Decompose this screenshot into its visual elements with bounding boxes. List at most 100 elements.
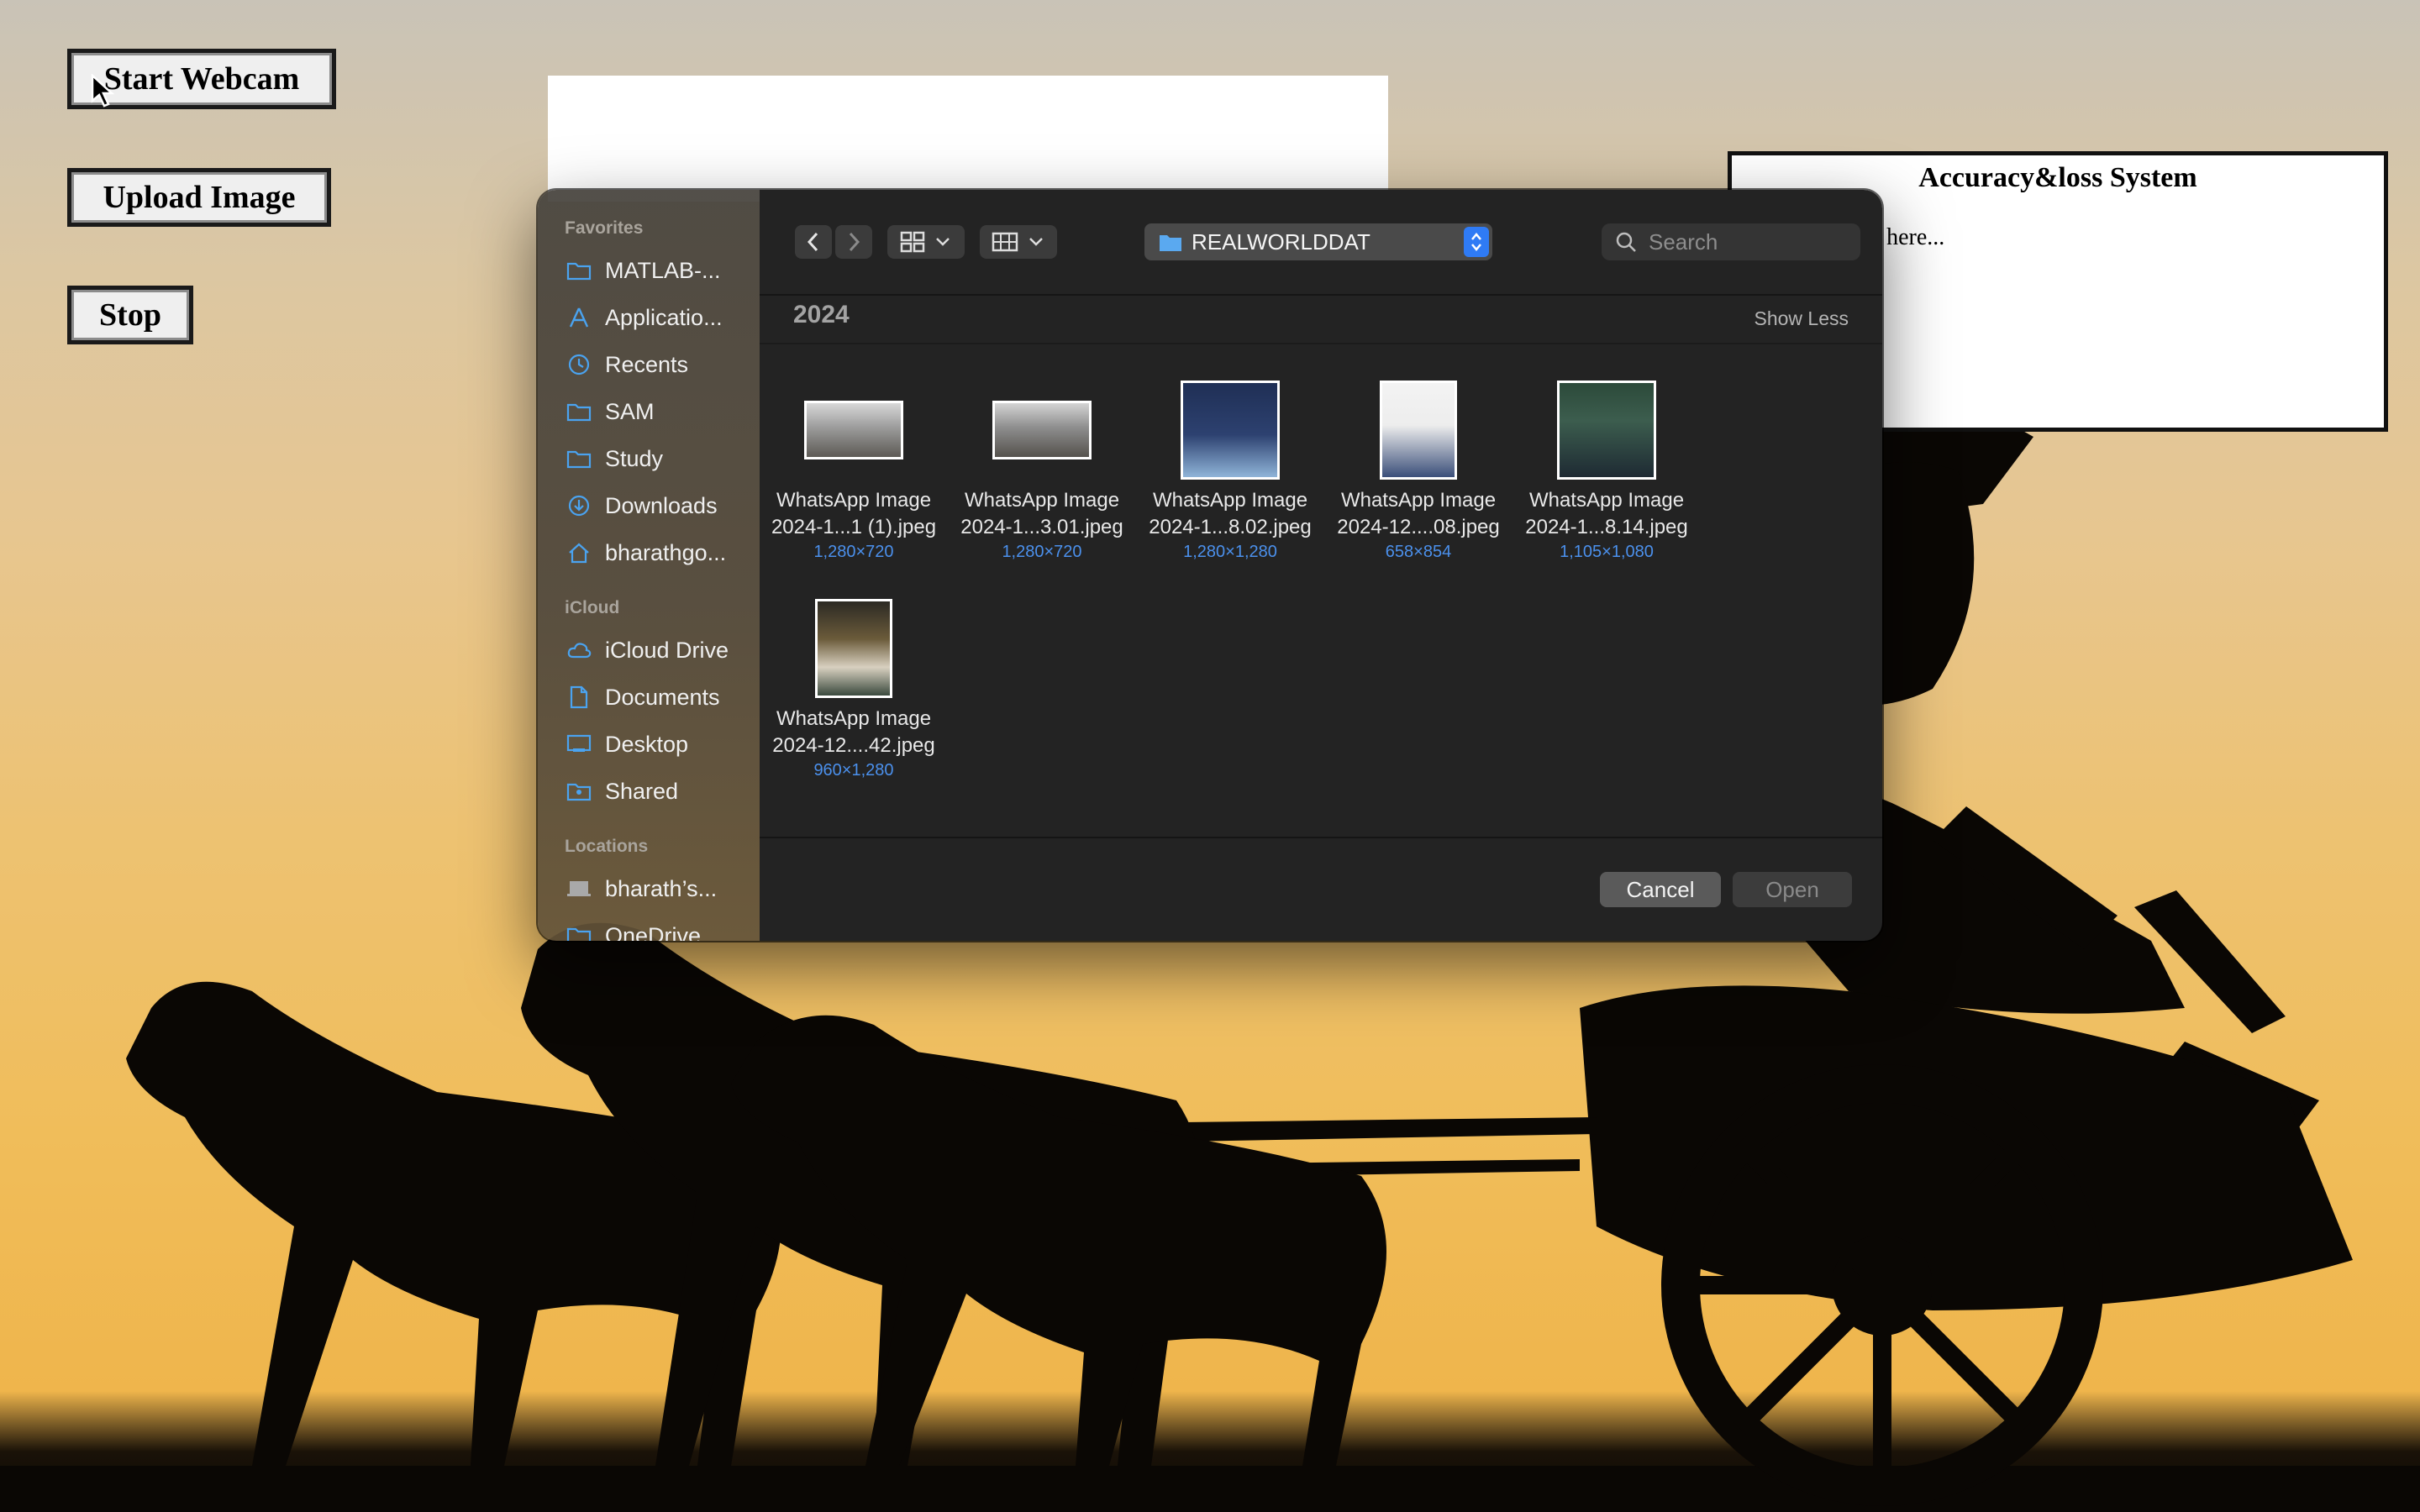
laptop-icon: [565, 877, 593, 900]
cancel-button[interactable]: Cancel: [1600, 872, 1721, 907]
dialog-toolbar: REALWORLDDAT: [760, 190, 1882, 296]
sidebar-item-onedrive[interactable]: OneDrive: [538, 912, 760, 941]
sidebar-item-bharathgo[interactable]: bharathgo...: [538, 529, 760, 576]
file-name-line2: 2024-12....08.jpeg: [1337, 516, 1500, 538]
file-item[interactable]: WhatsApp Image 2024-1...8.02.jpeg 1,280×1,…: [1136, 380, 1324, 563]
file-name-line1: WhatsApp Image: [776, 707, 932, 730]
stop-button[interactable]: Stop: [67, 286, 193, 344]
applications-icon: [565, 306, 593, 329]
file-name-line1: WhatsApp Image: [1528, 489, 1685, 512]
file-name-line1: WhatsApp Image: [776, 489, 932, 512]
dialog-footer: Cancel Open: [760, 837, 1882, 941]
group-header: 2024 Show Less: [760, 294, 1882, 344]
sidebar-item-documents[interactable]: Documents: [538, 674, 760, 721]
file-dimensions: 658×854: [1385, 543, 1452, 561]
sidebar-item-label: Study: [605, 445, 664, 471]
sidebar-section-icloud: iCloud: [565, 598, 620, 617]
file-thumbnail: [948, 380, 1136, 480]
icon-grid-icon: [900, 231, 925, 253]
dialog-sidebar: Favorites MATLAB-... Applicatio... Recents…: [538, 190, 760, 941]
image-thumbnail: [1380, 381, 1457, 480]
file-name-line2: 2024-1...3.01.jpeg: [960, 516, 1123, 538]
sidebar-item-label: Desktop: [605, 731, 689, 757]
sidebar-item-icloud-drive[interactable]: iCloud Drive: [538, 627, 760, 674]
file-item[interactable]: WhatsApp Image 2024-12....08.jpeg 658×854: [1324, 380, 1512, 563]
sidebar-item-label: Recents: [605, 351, 689, 377]
sidebar-item-label: iCloud Drive: [605, 637, 729, 663]
group-title: 2024: [793, 301, 850, 328]
show-less-link[interactable]: Show Less: [1754, 307, 1849, 330]
dialog-main: REALWORLDDAT 2024 Show Less WhatsApp Ima…: [760, 190, 1882, 941]
download-icon: [565, 494, 593, 517]
sidebar-section-favorites: Favorites: [565, 218, 644, 238]
file-name-line1: WhatsApp Image: [1340, 489, 1497, 512]
file-dimensions: 1,280×720: [813, 543, 894, 561]
file-open-dialog: Favorites MATLAB-... Applicatio... Recents…: [538, 190, 1882, 941]
file-thumbnail: [760, 598, 948, 699]
sidebar-item-label: bharath’s...: [605, 875, 718, 901]
file-thumbnail: [1512, 380, 1701, 480]
location-popup[interactable]: REALWORLDDAT: [1144, 223, 1492, 260]
webcam-video-area: [548, 76, 1388, 202]
location-stepper-icon: [1464, 227, 1489, 257]
file-dimensions: 1,105×1,080: [1560, 543, 1654, 561]
file-dimensions: 1,280×1,280: [1183, 543, 1277, 561]
image-thumbnail: [1181, 381, 1280, 480]
image-thumbnail: [815, 599, 892, 698]
file-item[interactable]: WhatsApp Image 2024-1...1 (1).jpeg 1,280×7…: [760, 380, 948, 563]
sidebar-item-study[interactable]: Study: [538, 435, 760, 482]
folder-icon: [565, 924, 593, 941]
file-thumbnail: [1324, 380, 1512, 480]
upload-image-button[interactable]: Upload Image: [67, 168, 331, 227]
shared-folder-icon: [565, 780, 593, 803]
chevron-down-icon: [936, 238, 950, 246]
search-icon: [1616, 232, 1636, 252]
sidebar-item-label: OneDrive: [605, 922, 702, 942]
back-button[interactable]: [795, 225, 832, 259]
file-name-line2: 2024-1...1 (1).jpeg: [771, 516, 937, 538]
group-by-button[interactable]: [980, 225, 1057, 259]
sidebar-item-sam[interactable]: SAM: [538, 388, 760, 435]
home-icon: [565, 541, 593, 564]
sidebar-item-label: Documents: [605, 684, 720, 710]
sidebar-item-shared[interactable]: Shared: [538, 768, 760, 815]
chevron-down-icon: [1029, 238, 1043, 246]
sidebar-item-label: MATLAB-...: [605, 257, 721, 283]
file-name-line2: 2024-1...8.02.jpeg: [1149, 516, 1312, 538]
file-dimensions: 960×1,280: [813, 761, 894, 780]
cloud-icon: [565, 638, 593, 662]
sidebar-item-downloads[interactable]: Downloads: [538, 482, 760, 529]
sidebar-item-bharath-s[interactable]: bharath’s...: [538, 865, 760, 912]
sidebar-item-matlab[interactable]: MATLAB-...: [538, 247, 760, 294]
image-thumbnail: [1557, 381, 1656, 480]
sidebar-item-applicatio[interactable]: Applicatio...: [538, 294, 760, 341]
file-name-line1: WhatsApp Image: [1152, 489, 1308, 512]
sidebar-item-recents[interactable]: Recents: [538, 341, 760, 388]
sidebar-item-label: Shared: [605, 778, 679, 804]
file-name-line2: 2024-1...8.14.jpeg: [1525, 516, 1688, 538]
clock-icon: [565, 353, 593, 376]
file-thumbnail: [760, 380, 948, 480]
forward-button[interactable]: [835, 225, 872, 259]
folder-icon: [565, 400, 593, 423]
sidebar-item-label: Downloads: [605, 492, 718, 518]
search-input[interactable]: [1647, 228, 1852, 256]
search-field[interactable]: [1602, 223, 1860, 260]
file-item[interactable]: WhatsApp Image 2024-12....42.jpeg 960×1,28…: [760, 598, 948, 781]
folder-icon: [1160, 235, 1181, 251]
image-thumbnail: [992, 401, 1092, 459]
chevron-right-icon: [849, 232, 860, 252]
folder-icon: [565, 447, 593, 470]
open-button[interactable]: Open: [1733, 872, 1852, 907]
sidebar-item-label: SAM: [605, 398, 655, 424]
file-item[interactable]: WhatsApp Image 2024-1...8.14.jpeg 1,105×1,…: [1512, 380, 1701, 563]
file-item[interactable]: WhatsApp Image 2024-1...3.01.jpeg 1,280×72…: [948, 380, 1136, 563]
sidebar-item-desktop[interactable]: Desktop: [538, 721, 760, 768]
sidebar-item-label: Applicatio...: [605, 304, 723, 330]
file-name-line1: WhatsApp Image: [964, 489, 1120, 512]
document-icon: [565, 685, 593, 709]
view-mode-button[interactable]: [887, 225, 965, 259]
folder-icon: [565, 259, 593, 282]
file-name-line2: 2024-12....42.jpeg: [772, 734, 935, 757]
desktop-icon: [565, 732, 593, 756]
